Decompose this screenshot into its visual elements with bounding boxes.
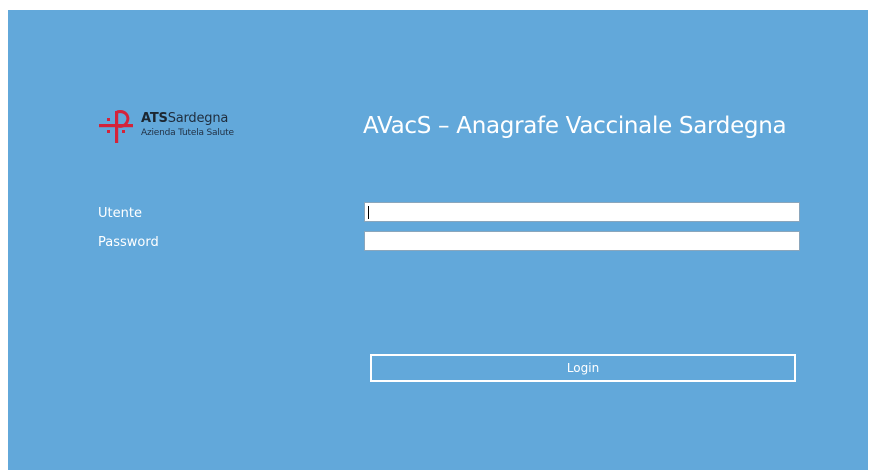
username-label: Utente [98, 206, 142, 221]
ats-sardegna-logo: ATSSardegna Azienda Tutela Salute [96, 108, 266, 148]
logo-brand-rest: Sardegna [167, 111, 229, 126]
logo-brand: ATSSardegna [141, 111, 228, 126]
password-label: Password [98, 235, 159, 250]
password-field[interactable] [364, 231, 800, 251]
login-panel: ATSSardegna Azienda Tutela Salute AVacS … [8, 10, 868, 470]
logo-brand-bold: ATS [141, 111, 168, 126]
username-field[interactable] [364, 202, 800, 222]
app-title: AVacS – Anagrafe Vaccinale Sardegna [363, 113, 787, 139]
text-caret [368, 206, 369, 219]
logo-tagline: Azienda Tutela Salute [141, 128, 234, 138]
ats-cross-icon [99, 110, 133, 143]
login-button[interactable]: Login [370, 354, 796, 382]
